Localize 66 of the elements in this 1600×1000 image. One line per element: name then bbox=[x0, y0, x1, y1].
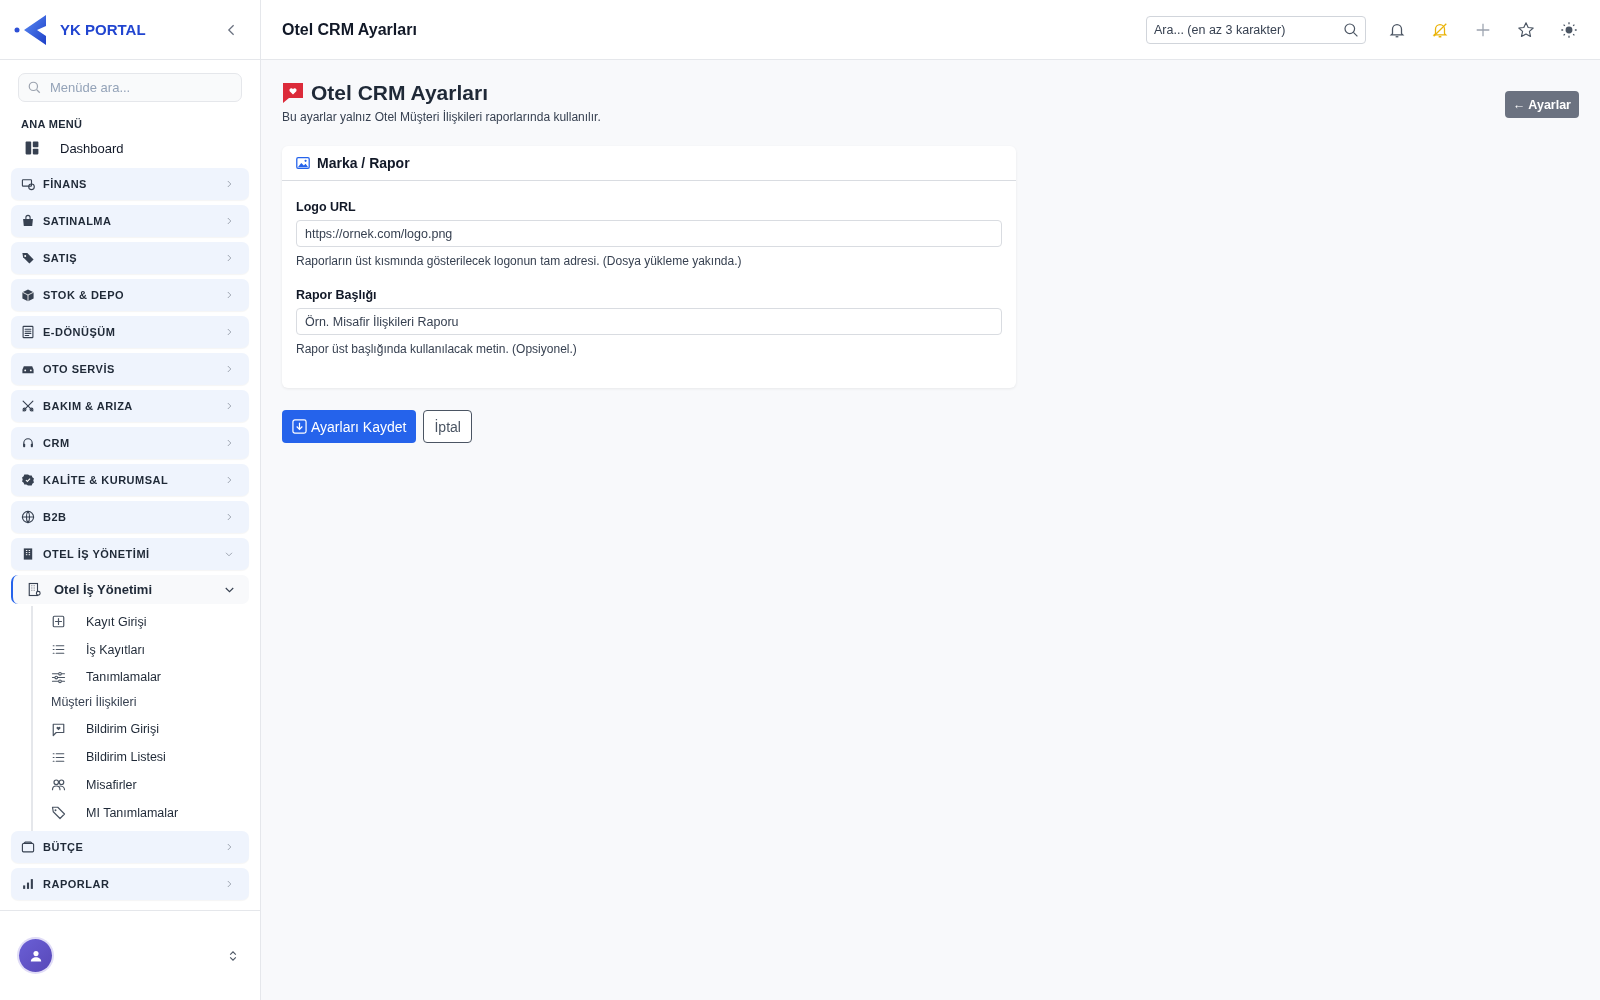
chat-heart-icon bbox=[51, 721, 66, 737]
brand-name: YK PORTAL bbox=[60, 21, 147, 38]
field-label: Rapor Başlığı bbox=[296, 288, 378, 302]
help-text: Raporların üst kısmında gösterilecek logonun tam adresi. (Dosya yükleme yakında.) bbox=[296, 254, 743, 268]
submenu-item[interactable]: Kayıt Girişi bbox=[51, 608, 249, 636]
building-icon bbox=[21, 547, 35, 561]
menu-group[interactable]: E-DÖNÜŞÜM bbox=[11, 316, 249, 348]
sliders-icon bbox=[51, 670, 66, 685]
submenu-item[interactable]: Misafirler bbox=[51, 771, 249, 799]
star-icon[interactable] bbox=[1517, 20, 1535, 39]
dashboard-icon bbox=[24, 140, 40, 156]
subtitle: Bu ayarlar yalnız Otel Müşteri İlişkileri raporlarında kullanılır. bbox=[282, 110, 601, 124]
menu-group[interactable]: CRM bbox=[11, 427, 249, 459]
tag-icon bbox=[21, 251, 35, 265]
input-field[interactable]: https://ornek.com/logo.png bbox=[296, 220, 1002, 247]
heading: Otel CRM Ayarları bbox=[311, 81, 488, 105]
menu-group[interactable]: STOK & DEPO bbox=[11, 279, 249, 311]
help-text: Rapor üst başlığında kullanılacak metin. (Opsiyonel.) bbox=[296, 342, 578, 356]
menu-group[interactable]: SATINALMA bbox=[11, 205, 249, 237]
plus-square-icon bbox=[51, 614, 66, 630]
submenu-item[interactable]: Bildirim Listesi bbox=[51, 743, 249, 771]
input-field[interactable]: Örn. Misafir İlişkileri Raporu bbox=[296, 308, 1002, 335]
image-icon bbox=[296, 157, 310, 169]
cash-icon bbox=[21, 177, 35, 191]
menu-search-field[interactable]: Menüde ara... bbox=[18, 73, 242, 102]
tools-icon bbox=[21, 399, 35, 413]
submenu-item[interactable]: MI Tanımlamalar bbox=[51, 798, 249, 827]
menu-group[interactable]: BAKIM & ARIZA bbox=[11, 390, 249, 422]
section-label: ANA MENÜ bbox=[20, 117, 84, 132]
submenu-group[interactable]: Otel İş Yönetimi bbox=[11, 575, 249, 604]
bar-chart-icon bbox=[21, 876, 35, 891]
menu-group[interactable]: B2B bbox=[11, 501, 249, 533]
box-icon bbox=[21, 288, 35, 302]
menu-group[interactable]: BÜTÇE bbox=[11, 830, 249, 863]
card-title: Marka / Rapor bbox=[317, 155, 410, 171]
field-label: Logo URL bbox=[296, 200, 357, 214]
chat-heart-icon bbox=[282, 82, 304, 104]
user-avatar[interactable] bbox=[19, 939, 52, 972]
sun-icon[interactable] bbox=[1560, 20, 1578, 39]
save-button[interactable]: Ayarları Kaydet bbox=[282, 410, 417, 443]
wallet-icon bbox=[21, 839, 35, 854]
menu-group[interactable]: OTEL İŞ YÖNETİMİ bbox=[11, 538, 249, 570]
document-icon bbox=[21, 325, 35, 339]
back-button[interactable]: ← Ayarlar bbox=[1504, 91, 1579, 118]
menu-group[interactable]: SATIŞ bbox=[11, 242, 249, 274]
people-icon bbox=[51, 777, 66, 793]
submenu-item[interactable]: Bildirim Girişi bbox=[51, 715, 249, 744]
submenu-item[interactable]: Tanımlamalar bbox=[51, 663, 249, 692]
download-icon bbox=[292, 419, 307, 434]
badge-icon bbox=[21, 473, 35, 487]
bag-icon bbox=[21, 214, 35, 228]
menu-group[interactable]: KALİTE & KURUMSAL bbox=[11, 464, 249, 496]
menu-group[interactable]: FİNANS bbox=[11, 168, 249, 200]
page-title: Otel CRM Ayarları bbox=[282, 20, 418, 39]
global-search-field[interactable]: Ara... (en az 3 karakter) bbox=[1146, 15, 1366, 44]
submenu-item[interactable]: İş Kayıtları bbox=[51, 635, 249, 664]
submenu-heading: Müşteri İlişkileri bbox=[51, 694, 138, 712]
building-icon bbox=[27, 582, 42, 597]
search-icon bbox=[1343, 21, 1359, 38]
headset-icon bbox=[21, 436, 35, 450]
menu-group[interactable]: RAPORLAR bbox=[11, 867, 249, 900]
dashboard-link[interactable]: Dashboard bbox=[11, 134, 249, 168]
globe-icon bbox=[21, 510, 35, 524]
cancel-button[interactable]: İptal bbox=[423, 410, 472, 443]
menu-group[interactable]: OTO SERVİS bbox=[11, 353, 249, 385]
tag-icon bbox=[51, 805, 66, 821]
